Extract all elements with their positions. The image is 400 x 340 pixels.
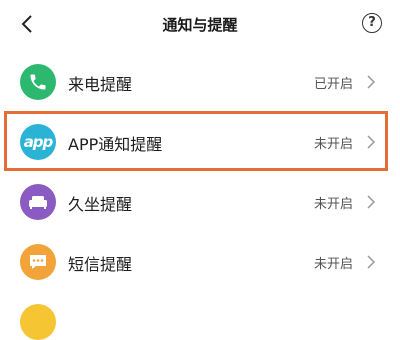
item-label: APP通知提醒 xyxy=(68,135,163,154)
item-status: 未开启 xyxy=(313,257,353,272)
item-label: 短信提醒 xyxy=(68,255,133,274)
partial-icon xyxy=(20,304,56,340)
message-icon xyxy=(20,244,56,280)
header: 通知与提醒 ? xyxy=(0,0,400,50)
item-status: 未开启 xyxy=(313,197,353,212)
chevron-right-icon xyxy=(367,135,376,149)
phone-icon xyxy=(20,64,56,100)
chevron-right-icon xyxy=(367,195,376,209)
chevron-right-icon xyxy=(367,255,376,269)
item-label: 久坐提醒 xyxy=(68,195,133,214)
item-status: 未开启 xyxy=(313,137,353,152)
item-label: 来电提醒 xyxy=(68,75,133,94)
list-item-sedentary-reminder[interactable]: 久坐提醒 未开启 xyxy=(0,172,400,232)
sofa-icon xyxy=(20,184,56,220)
list-item-app-notification[interactable]: app APP通知提醒 未开启 xyxy=(0,112,400,172)
page-title: 通知与提醒 xyxy=(162,16,238,34)
list-item-partial[interactable] xyxy=(0,292,400,340)
list-item-call-reminder[interactable]: 来电提醒 已开启 xyxy=(0,52,400,112)
item-status: 已开启 xyxy=(313,77,353,92)
list-item-sms-reminder[interactable]: 短信提醒 未开启 xyxy=(0,232,400,292)
chevron-right-icon xyxy=(367,75,376,89)
help-icon[interactable]: ? xyxy=(362,13,382,33)
app-icon: app xyxy=(20,124,56,160)
